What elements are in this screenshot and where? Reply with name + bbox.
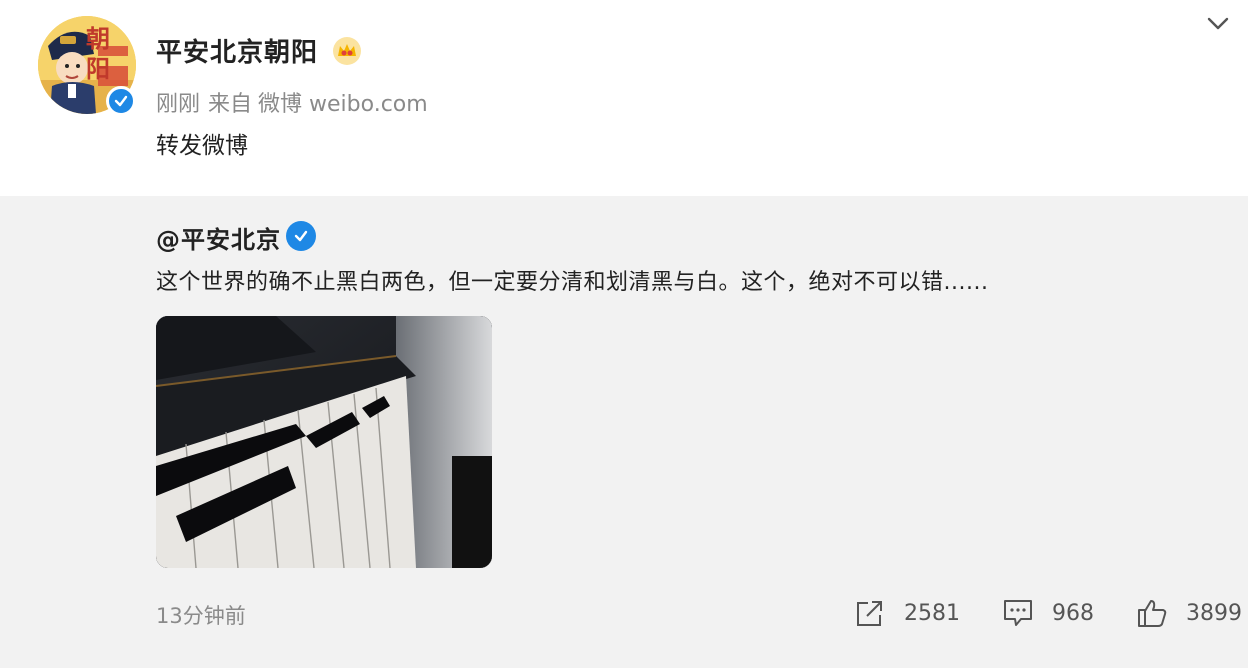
like-icon	[1138, 600, 1167, 627]
quoted-timestamp: 13分钟前	[156, 604, 246, 628]
quoted-content: 这个世界的确不止黑白两色，但一定要分清和划清黑与白。这个，绝对不可以错.....…	[156, 270, 989, 295]
post-source[interactable]: 微博 weibo.com	[258, 92, 428, 117]
post-time: 刚刚	[156, 92, 201, 117]
post-header: 朝阳 平安北京朝阳 刚刚 来自 微博 weibo.com 转发微博	[0, 0, 1248, 196]
author-name[interactable]: 平安北京朝阳	[156, 32, 318, 69]
like-count: 3899	[1186, 600, 1242, 626]
verified-icon	[286, 221, 316, 251]
post-source-prefix: 来自	[208, 92, 253, 117]
like-button[interactable]: 3899	[1136, 596, 1242, 630]
crown-icon	[333, 37, 361, 65]
comment-count: 968	[1052, 600, 1094, 626]
share-button[interactable]: 2581	[854, 596, 960, 630]
verified-icon	[106, 86, 136, 116]
post-meta: 刚刚 来自 微博 weibo.com	[156, 86, 436, 118]
piano-keys-image	[156, 316, 492, 568]
quoted-post[interactable]: @平安北京 这个世界的确不止黑白两色，但一定要分清和划清黑与白。这个，绝对不可以…	[0, 196, 1248, 668]
avatar-text: 朝阳	[86, 24, 110, 83]
post-image[interactable]	[156, 316, 492, 568]
share-count: 2581	[904, 600, 960, 626]
post-content: 转发微博	[156, 133, 248, 159]
chevron-down-icon[interactable]	[1204, 10, 1232, 38]
quoted-author[interactable]: @平安北京	[156, 220, 281, 255]
comment-icon	[1004, 600, 1032, 626]
comment-button[interactable]: 968	[1002, 596, 1094, 630]
share-icon	[857, 601, 882, 626]
